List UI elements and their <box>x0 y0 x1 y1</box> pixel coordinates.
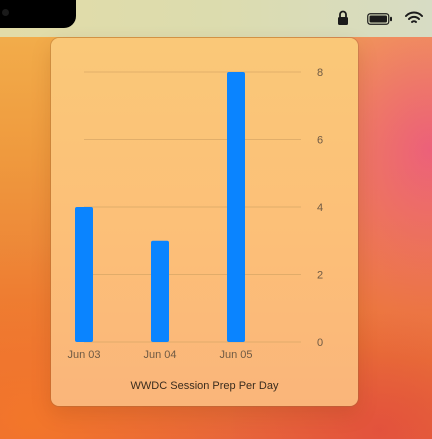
x-tick-label: Jun 05 <box>219 349 252 361</box>
y-tick-label: 2 <box>317 270 323 282</box>
chart-window: 0 2 4 6 8 Jun 03 Jun 04 Jun 05 WWDC Session Pre… <box>51 38 358 406</box>
x-tick-label: Jun 03 <box>67 349 100 361</box>
wifi-icon[interactable] <box>405 11 423 25</box>
bar <box>151 240 169 342</box>
bar-chart: 0 2 4 6 8 Jun 03 Jun 04 Jun 05 <box>67 67 323 361</box>
y-tick-label: 0 <box>317 337 323 349</box>
camera-notch <box>0 0 76 28</box>
bar <box>75 207 93 342</box>
lock-icon[interactable] <box>337 10 349 26</box>
menu-bar <box>0 0 432 37</box>
bar <box>227 72 245 342</box>
y-tick-label: 8 <box>317 67 323 79</box>
x-tick-label: Jun 04 <box>143 349 176 361</box>
y-tick-label: 6 <box>317 135 323 147</box>
camera-icon <box>2 9 9 16</box>
chart-title: WWDC Session Prep Per Day <box>130 380 279 392</box>
battery-icon[interactable] <box>367 13 393 25</box>
y-tick-label: 4 <box>317 202 323 214</box>
